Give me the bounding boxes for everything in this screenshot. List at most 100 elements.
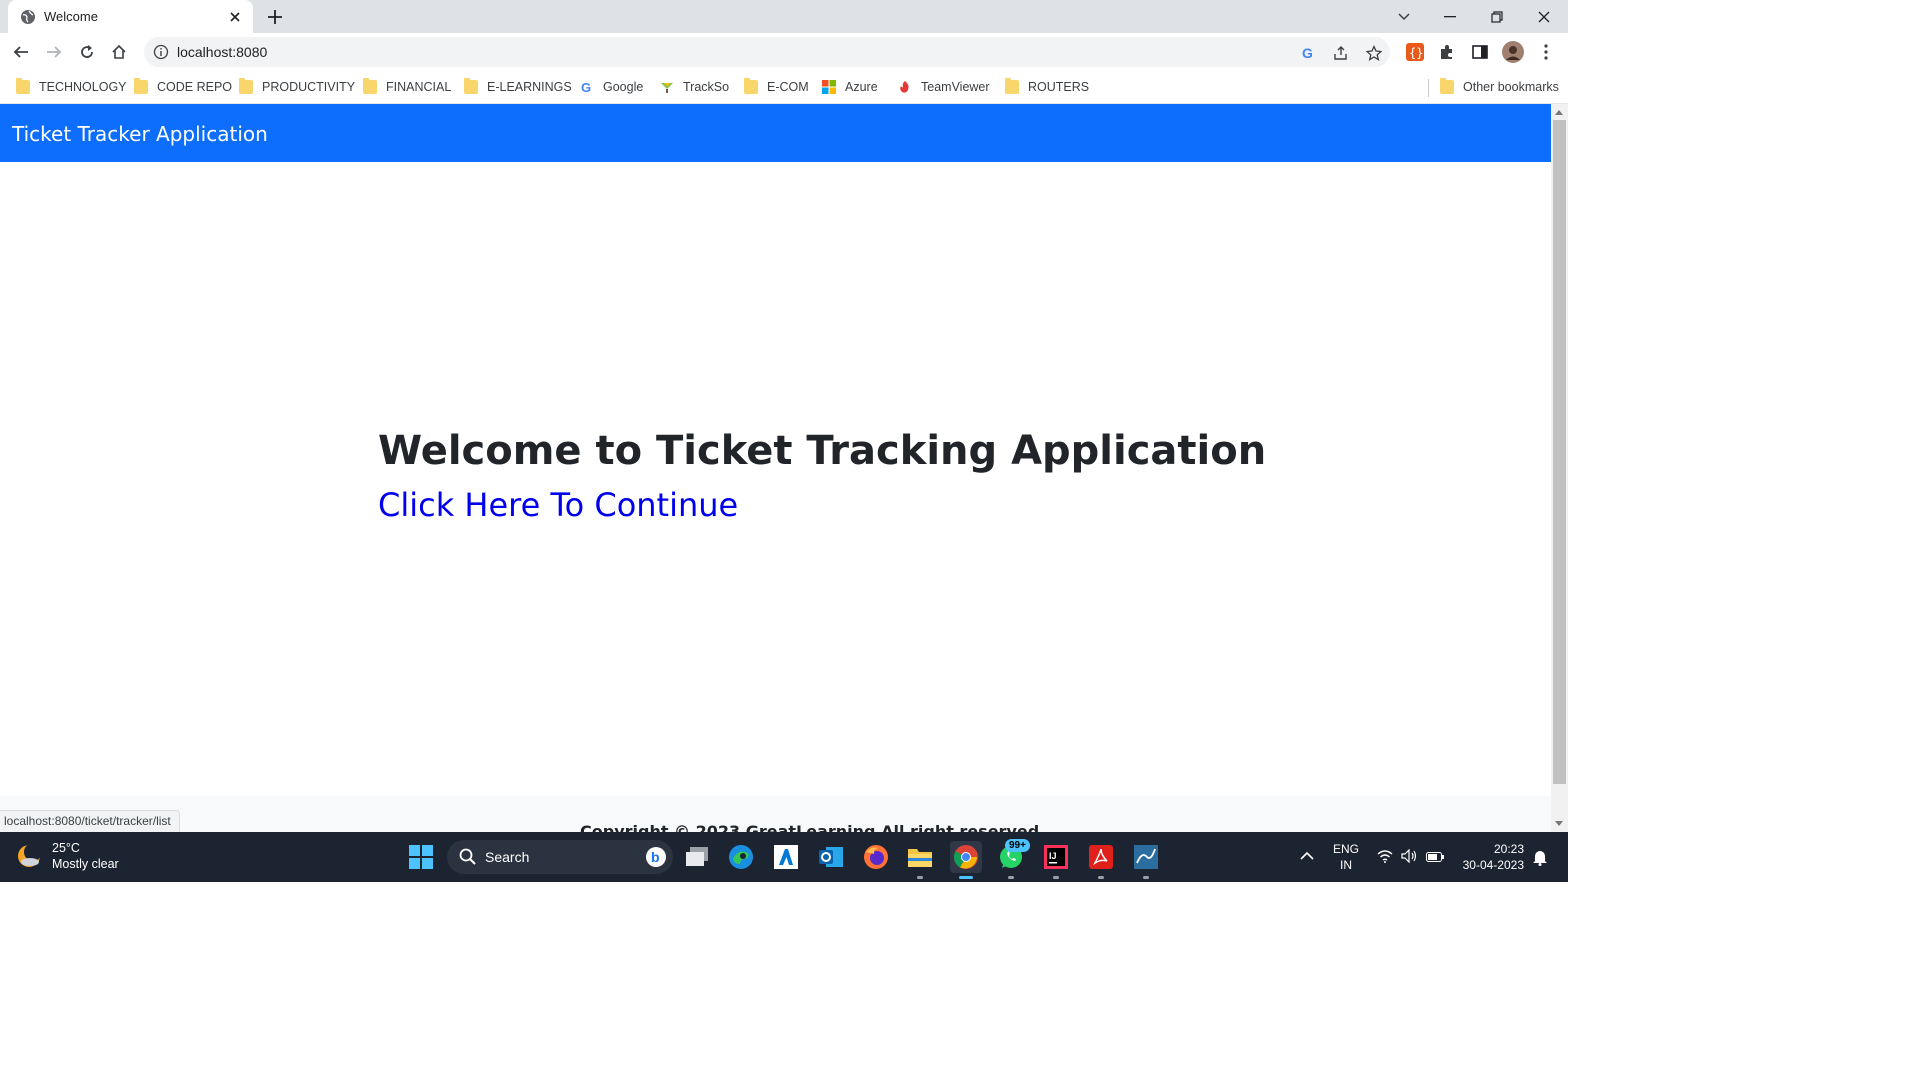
bookmark-financial[interactable]: FINANCIAL xyxy=(363,78,451,96)
notification-bell-icon[interactable] xyxy=(1532,848,1548,870)
edge-icon xyxy=(729,845,753,869)
taskbar-chrome[interactable] xyxy=(950,841,982,873)
folder-icon xyxy=(744,78,758,94)
bookmark-label: E-LEARNINGS xyxy=(487,80,572,94)
bookmark-label: E-COM xyxy=(767,80,809,94)
close-tab-icon[interactable] xyxy=(227,9,243,25)
running-indicator xyxy=(1008,876,1014,879)
restore-button[interactable] xyxy=(1474,0,1520,33)
url-text[interactable]: localhost:8080 xyxy=(177,44,267,60)
task-view-button[interactable] xyxy=(681,841,713,873)
clock[interactable]: 20:23 30-04-2023 xyxy=(1458,841,1524,873)
copyright-text: Copyright © 2023 GreatLearning All right… xyxy=(580,822,1040,832)
taskbar-sql-tool[interactable] xyxy=(1130,841,1162,873)
tab-search-icon[interactable] xyxy=(1381,0,1427,33)
scrollbar-thumb[interactable] xyxy=(1553,120,1566,784)
bookmark-star-icon[interactable] xyxy=(1365,44,1383,62)
profile-avatar[interactable] xyxy=(1502,41,1524,63)
bookmark-label: ROUTERS xyxy=(1028,80,1090,94)
windows-logo-icon xyxy=(409,845,433,869)
minimize-button[interactable] xyxy=(1427,0,1473,33)
taskbar-azure-app[interactable] xyxy=(770,841,802,873)
page-footer: Copyright © 2023 GreatLearning All right… xyxy=(0,796,1551,832)
bing-icon[interactable]: b xyxy=(645,846,667,868)
taskbar-search[interactable]: Search b xyxy=(447,840,673,874)
clock-date: 30-04-2023 xyxy=(1462,858,1524,872)
taskbar-acrobat[interactable] xyxy=(1085,841,1117,873)
teamviewer-icon xyxy=(900,81,909,93)
clock-time: 20:23 xyxy=(1493,842,1524,856)
back-button[interactable] xyxy=(10,41,32,63)
svg-text:G: G xyxy=(581,80,591,94)
tab-title: Welcome xyxy=(44,9,98,24)
bookmark-other[interactable]: Other bookmarks xyxy=(1440,78,1559,96)
address-bar[interactable]: localhost:8080 G xyxy=(144,37,1390,67)
folder-icon xyxy=(1005,78,1019,94)
weather-widget[interactable]: 25°C Mostly clear xyxy=(16,840,119,872)
bookmark-azure[interactable]: Azure xyxy=(822,78,878,96)
continue-link[interactable]: Click Here To Continue xyxy=(378,486,738,524)
bookmark-e-com[interactable]: E-COM xyxy=(744,78,809,96)
scroll-up-icon[interactable] xyxy=(1555,110,1563,115)
scroll-down-icon[interactable] xyxy=(1555,821,1563,826)
bookmark-teamviewer[interactable]: TeamViewer xyxy=(898,78,990,96)
start-button[interactable] xyxy=(405,841,437,873)
language-indicator[interactable]: ENG IN xyxy=(1333,841,1359,873)
taskbar-outlook[interactable] xyxy=(815,841,847,873)
bookmark-e-learnings[interactable]: E-LEARNINGS xyxy=(464,78,572,96)
svg-text:b: b xyxy=(651,849,660,865)
welcome-heading: Welcome to Ticket Tracking Application xyxy=(378,428,1267,474)
moon-weather-icon xyxy=(18,843,42,867)
bookmark-productivity[interactable]: PRODUCTIVITY xyxy=(239,78,355,96)
browser-tab-welcome[interactable]: Welcome xyxy=(8,0,253,33)
navbar-brand[interactable]: Ticket Tracker Application xyxy=(12,122,268,146)
bookmark-label: Google xyxy=(603,80,644,94)
bookmark-label: Other bookmarks xyxy=(1463,80,1559,94)
bookmark-label: FINANCIAL xyxy=(386,80,452,94)
taskbar-file-explorer[interactable] xyxy=(904,841,936,873)
menu-kebab-icon[interactable] xyxy=(1537,43,1555,61)
site-info-icon[interactable] xyxy=(153,44,169,60)
bookmark-routers[interactable]: ROUTERS xyxy=(1005,78,1089,96)
active-indicator xyxy=(959,876,973,879)
extension-code-icon[interactable]: {} xyxy=(1406,43,1424,61)
search-icon xyxy=(459,848,476,865)
taskbar-intellij[interactable]: IJ xyxy=(1040,841,1072,873)
running-indicator xyxy=(917,876,923,879)
bookmark-trackso[interactable]: TrackSo xyxy=(660,78,729,96)
folder-icon xyxy=(363,78,377,94)
close-window-button[interactable] xyxy=(1521,0,1567,33)
extensions-puzzle-icon[interactable] xyxy=(1438,43,1456,61)
folder-icon xyxy=(134,78,148,94)
reload-button[interactable] xyxy=(76,41,98,63)
acrobat-icon xyxy=(1089,845,1113,869)
side-panel-icon[interactable] xyxy=(1471,43,1489,61)
task-view-icon xyxy=(686,847,708,866)
wifi-icon[interactable] xyxy=(1377,849,1393,867)
forward-button[interactable] xyxy=(43,41,65,63)
page-scrollbar[interactable] xyxy=(1551,104,1568,832)
bookmark-technology[interactable]: TECHNOLOGY xyxy=(16,78,127,96)
folder-icon xyxy=(16,78,30,94)
show-hidden-icons[interactable] xyxy=(1300,848,1314,864)
bookmark-code-repo[interactable]: CODE REPO xyxy=(134,78,232,96)
bookmark-google[interactable]: G Google xyxy=(580,78,643,96)
taskbar-edge[interactable] xyxy=(725,841,757,873)
svg-text:G: G xyxy=(1302,45,1313,61)
google-icon: G xyxy=(581,80,591,94)
new-tab-button[interactable] xyxy=(264,6,286,28)
link-status-bubble: localhost:8080/ticket/tracker/list xyxy=(0,810,180,832)
folder-icon xyxy=(239,78,253,94)
weather-temp: 25°C xyxy=(52,841,80,855)
home-button[interactable] xyxy=(108,41,130,63)
intellij-icon: IJ xyxy=(1044,845,1068,869)
volume-icon[interactable] xyxy=(1401,848,1417,867)
svg-text:{}: {} xyxy=(1409,46,1423,60)
chrome-icon xyxy=(953,845,978,869)
lang-region: IN xyxy=(1340,858,1352,872)
google-translate-icon[interactable]: G xyxy=(1299,44,1317,62)
taskbar-firefox[interactable] xyxy=(860,841,892,873)
battery-icon[interactable] xyxy=(1426,850,1444,866)
share-icon[interactable] xyxy=(1332,44,1350,62)
folder-icon xyxy=(464,78,478,94)
